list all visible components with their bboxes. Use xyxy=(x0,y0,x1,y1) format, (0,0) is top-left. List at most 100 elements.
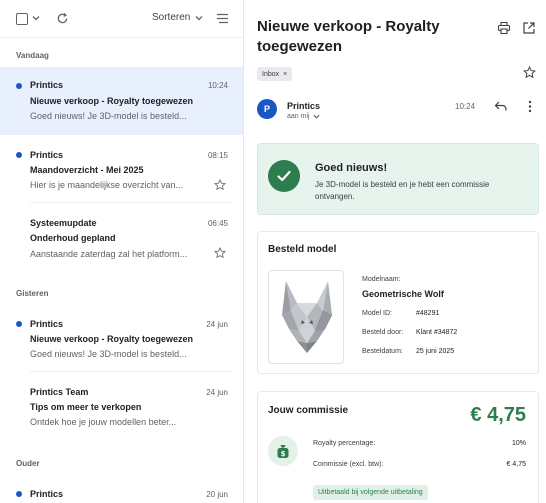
row-subject: Maandoverzicht - Mei 2025 xyxy=(30,165,144,175)
model-name-label: Modelnaam: xyxy=(362,276,401,283)
row-subject: Nieuwe verkoop - Royalty toegewezen xyxy=(30,96,194,106)
checkbox-icon xyxy=(16,13,28,25)
payout-status-badge: Uitbetaald bij volgende uitbetaling xyxy=(313,485,428,500)
refresh-button[interactable] xyxy=(56,12,69,25)
sort-label: Sorteren xyxy=(152,12,191,23)
unread-dot xyxy=(16,152,22,158)
chip-label: Inbox xyxy=(262,70,280,78)
row-sender: Printics xyxy=(30,80,64,90)
mail-row[interactable]: Printics Team 24 jun Tips om meer te ver… xyxy=(0,372,243,440)
chevron-down-icon xyxy=(195,15,203,20)
more-options-button[interactable] xyxy=(528,100,532,115)
money-bag-badge: $ xyxy=(268,436,298,466)
inbox-label-chip[interactable]: Inbox × xyxy=(257,67,293,81)
list-toolbar: Sorteren xyxy=(0,0,243,38)
print-button[interactable] xyxy=(497,21,511,37)
model-id: #48291 xyxy=(416,310,440,317)
reading-pane: Nieuwe verkoop - Royalty toegewezen Inbo… xyxy=(245,0,546,503)
success-title: Goed nieuws! xyxy=(315,162,388,174)
more-vertical-icon xyxy=(528,100,532,113)
money-bag-icon: $ xyxy=(277,444,289,458)
message-time: 10:24 xyxy=(455,102,476,111)
row-sender: Printics Team xyxy=(30,387,89,397)
mail-row[interactable]: Printics 08:15 Maandoverzicht - Mei 2025… xyxy=(0,135,243,203)
row-snippet: Aanstaande zaterdag zal het platform... xyxy=(30,249,188,259)
select-all-checkbox[interactable] xyxy=(16,13,28,25)
row-time: 24 jun xyxy=(206,388,228,397)
row-snippet: Goed nieuws! Je 3D-model is besteld... xyxy=(30,349,187,359)
model-name: Geometrische Wolf xyxy=(362,289,444,299)
commission-card: Jouw commissie € 4,75 $ Royalty percenta… xyxy=(257,391,539,503)
row-time: 20 jun xyxy=(206,490,228,499)
row-time: 24 jun xyxy=(206,320,228,329)
row-sender: Systeemupdate xyxy=(30,218,97,228)
filter-lines-icon xyxy=(217,13,228,24)
star-toggle[interactable] xyxy=(213,178,227,193)
reply-icon xyxy=(494,101,507,111)
mail-row[interactable]: Printics 20 jun xyxy=(0,474,243,503)
model-card-title: Besteld model xyxy=(268,244,337,255)
open-external-button[interactable] xyxy=(522,21,536,37)
avatar: P xyxy=(257,99,277,119)
model-id-label: Model ID: xyxy=(362,310,392,317)
row-snippet: Ontdek hoe je jouw modellen beter... xyxy=(30,417,177,427)
row-time: 10:24 xyxy=(207,81,228,90)
row-time: 06:45 xyxy=(207,219,228,228)
sort-button[interactable]: Sorteren xyxy=(152,12,203,23)
chip-close-icon[interactable]: × xyxy=(283,71,287,78)
mail-row[interactable]: Printics 24 jun Nieuwe verkoop - Royalty… xyxy=(0,304,243,372)
mail-row[interactable]: Systeemupdate 06:45 Onderhoud gepland Aa… xyxy=(0,203,243,271)
checkmark-icon xyxy=(277,170,291,182)
unread-dot xyxy=(16,491,22,497)
star-icon xyxy=(522,65,537,79)
row-subject: Onderhoud gepland xyxy=(30,233,116,243)
group-header-older: Ouder xyxy=(16,459,40,468)
chevron-down-icon xyxy=(32,16,40,21)
commission-amount: € 4,75 xyxy=(470,404,526,426)
star-icon xyxy=(213,178,227,191)
ordered-model-card: Besteld model Modelnaam: Geometrische Wo… xyxy=(257,231,539,374)
royalty-label: Royalty percentage: xyxy=(313,440,376,447)
reply-button[interactable] xyxy=(494,100,508,114)
model-thumbnail xyxy=(268,270,344,364)
star-toggle[interactable] xyxy=(213,246,227,261)
unread-dot xyxy=(16,83,22,89)
unread-dot xyxy=(16,321,22,327)
refresh-icon xyxy=(57,12,68,24)
printer-icon xyxy=(497,21,511,35)
svg-text:$: $ xyxy=(281,450,286,458)
open-in-new-icon xyxy=(523,22,535,34)
star-icon xyxy=(213,246,227,259)
mail-row-selected[interactable]: Printics 10:24 Nieuwe verkoop - Royalty … xyxy=(0,67,243,135)
row-snippet: Goed nieuws! Je 3D-model is besteld... xyxy=(30,111,187,121)
row-time: 08:15 xyxy=(207,151,228,160)
mail-list-pane: Sorteren Vandaag Printics 10:24 Nieuwe v… xyxy=(0,0,244,503)
row-sender: Printics xyxy=(30,150,64,160)
success-text: Je 3D-model is besteld en je hebt een co… xyxy=(315,180,490,201)
commission-excl-label: Commissie (excl. btw): xyxy=(313,461,384,468)
row-snippet: Hier is je maandelijkse overzicht van... xyxy=(30,180,184,190)
chevron-down-icon xyxy=(313,114,320,119)
row-sender: Printics xyxy=(30,319,64,329)
ordered-by-label: Besteld door: xyxy=(362,329,404,336)
row-subject: Tips om meer te verkopen xyxy=(30,402,142,412)
success-banner: Goed nieuws! Je 3D-model is besteld en j… xyxy=(257,143,539,215)
recipient-label: aan mij xyxy=(287,113,310,120)
star-message-button[interactable] xyxy=(522,65,537,81)
row-subject: Nieuwe verkoop - Royalty toegewezen xyxy=(30,334,194,344)
ordered-by: Klant #34872 xyxy=(416,329,458,336)
mail-subject-title: Nieuwe verkoop - Royalty toegewezen xyxy=(257,18,440,55)
success-check-badge xyxy=(268,160,300,192)
sender-name: Printics xyxy=(287,101,321,111)
filter-button[interactable] xyxy=(216,13,229,24)
commission-title: Jouw commissie xyxy=(268,405,349,416)
group-header-yesterday: Gisteren xyxy=(16,289,49,298)
order-date: 25 juni 2025 xyxy=(416,348,455,355)
recipient-toggle[interactable]: aan mij xyxy=(287,113,320,120)
royalty-value: 10% xyxy=(511,440,526,447)
group-header-today: Vandaag xyxy=(16,51,49,60)
select-dropdown-chevron[interactable] xyxy=(32,14,40,22)
commission-excl-value: € 4,75 xyxy=(506,461,526,468)
row-sender: Printics xyxy=(30,489,64,499)
wolf-model-image xyxy=(282,281,332,353)
